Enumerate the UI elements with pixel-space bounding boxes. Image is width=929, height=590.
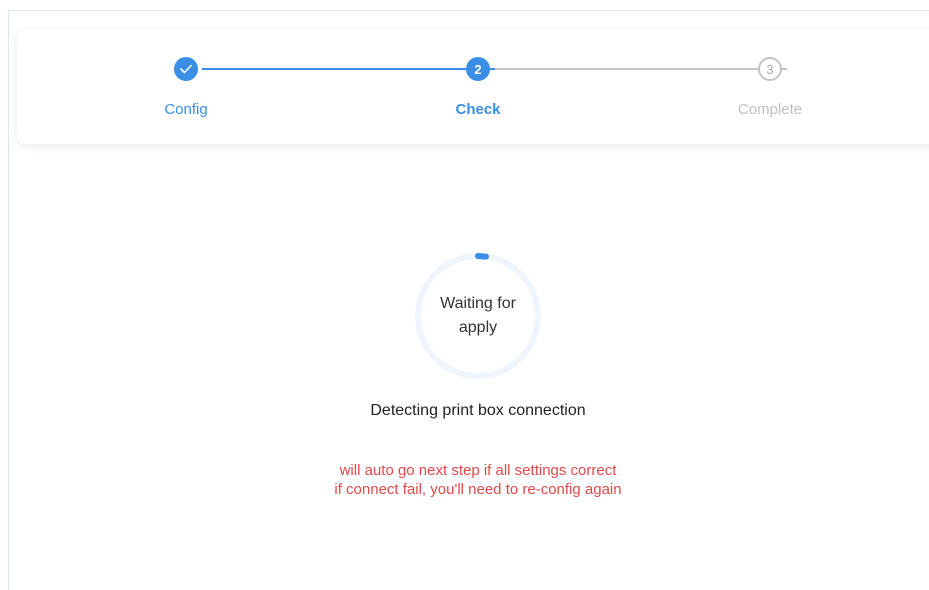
step-2-indicator: 2 [466, 57, 490, 81]
warning-line-2: if connect fail, you'll need to re-confi… [334, 481, 622, 498]
steps-bar: 2 3 Config Check Complete [17, 29, 929, 144]
step-2-label: Check [455, 101, 501, 118]
loading-ring-indicator [475, 253, 489, 260]
step-connector-todo [495, 68, 787, 70]
progress-text: Waiting for apply [413, 292, 543, 340]
progress-text-line2: apply [458, 319, 498, 336]
warning-line-1: will auto go next step if all settings c… [339, 462, 617, 479]
warning-message: will auto go next step if all settings c… [228, 461, 728, 499]
step-3-indicator: 3 [758, 57, 782, 81]
step-1-indicator [174, 57, 198, 81]
progress-text-line1: Waiting for [440, 295, 516, 312]
check-icon [180, 62, 192, 77]
step-1-label: Config [164, 101, 208, 118]
step-3-label: Complete [737, 101, 803, 118]
status-message: Detecting print box connection [370, 402, 586, 419]
step-connector-done [202, 68, 495, 70]
